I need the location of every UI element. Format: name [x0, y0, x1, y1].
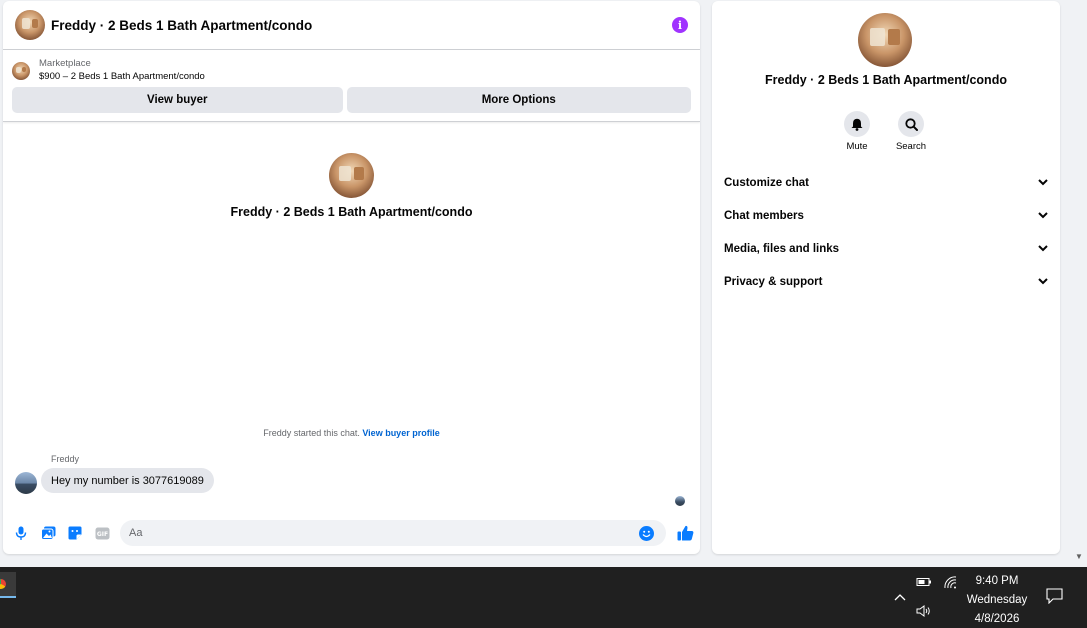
microphone-icon[interactable]	[13, 525, 29, 541]
view-buyer-button[interactable]: View buyer	[12, 87, 343, 113]
section-label: Privacy & support	[724, 276, 823, 288]
chevron-down-icon	[1038, 243, 1048, 255]
chat-started-notice: Freddy started this chat. View buyer pro…	[3, 428, 700, 438]
volume-icon[interactable]	[916, 604, 932, 618]
section-customize-chat[interactable]: Customize chat	[724, 171, 1048, 195]
started-text: Freddy started this chat.	[263, 428, 360, 438]
listing-title[interactable]: $900 – 2 Beds 1 Bath Apartment/condo	[39, 70, 205, 83]
svg-text:GIF: GIF	[96, 531, 107, 538]
profile-avatar[interactable]	[329, 153, 374, 198]
message-bubble[interactable]: Hey my number is 3077619089	[41, 468, 214, 493]
info-icon[interactable]: i	[672, 17, 688, 33]
clock-time: 9:40 PM	[975, 575, 1019, 587]
section-chat-members[interactable]: Chat members	[724, 204, 1048, 228]
listing-thumbnail[interactable]	[12, 61, 30, 80]
chat-header: Freddy · 2 Beds 1 Bath Apartment/condo i	[3, 1, 700, 50]
notification-icon[interactable]	[1045, 587, 1063, 605]
search-icon	[898, 111, 924, 137]
taskbar: 9:40 PM Wednesday 4/8/2026	[0, 567, 1087, 628]
profile-name: Freddy · 2 Beds 1 Bath Apartment/condo	[230, 205, 473, 219]
photo-icon[interactable]	[40, 525, 56, 541]
chevron-down-icon	[1038, 177, 1048, 189]
section-label: Media, files and links	[724, 243, 840, 255]
clock-day: Wednesday	[966, 594, 1028, 606]
more-options-button[interactable]: More Options	[346, 87, 691, 113]
seen-indicator-avatar	[675, 496, 685, 506]
clock[interactable]: 9:40 PM Wednesday 4/8/2026	[960, 572, 1034, 628]
marketplace-label: Marketplace	[39, 58, 91, 69]
battery-icon[interactable]	[916, 575, 932, 589]
chat-title[interactable]: Freddy · 2 Beds 1 Bath Apartment/condo	[51, 18, 672, 33]
message-input-placeholder: Aa	[129, 527, 143, 539]
clock-date: 4/8/2026	[974, 613, 1020, 625]
chrome-app-icon[interactable]	[0, 572, 16, 598]
mute-label: Mute	[846, 141, 868, 152]
mute-button[interactable]: Mute	[837, 111, 877, 152]
section-label: Customize chat	[724, 177, 809, 189]
marketplace-bar: Marketplace $900 – 2 Beds 1 Bath Apartme…	[3, 50, 700, 122]
chat-info-panel: Freddy · 2 Beds 1 Bath Apartment/condo M…	[712, 1, 1060, 554]
section-privacy-support[interactable]: Privacy & support	[724, 270, 1048, 294]
message-sender: Freddy	[51, 454, 80, 464]
emoji-icon[interactable]	[639, 525, 654, 541]
sticker-icon[interactable]	[67, 525, 83, 541]
chat-panel: Freddy · 2 Beds 1 Bath Apartment/condo i…	[3, 1, 700, 554]
chevron-up-icon[interactable]	[893, 591, 907, 603]
composer: GIF Aa	[3, 519, 700, 547]
section-media-files-links[interactable]: Media, files and links	[724, 237, 1048, 261]
sender-avatar[interactable]	[15, 472, 37, 494]
gif-icon[interactable]: GIF	[94, 525, 110, 541]
message-input[interactable]: Aa	[120, 520, 666, 546]
chevron-down-icon	[1038, 210, 1048, 222]
thumbs-up-icon[interactable]	[676, 524, 694, 542]
info-avatar[interactable]	[858, 13, 912, 67]
info-name: Freddy · 2 Beds 1 Bath Apartment/condo	[765, 73, 1007, 87]
view-buyer-profile-link[interactable]: View buyer profile	[362, 428, 439, 438]
section-label: Chat members	[724, 210, 804, 222]
scroll-down-arrow-icon[interactable]: ▼	[1075, 552, 1083, 561]
chevron-down-icon	[1038, 276, 1048, 288]
conversation-profile: Freddy · 2 Beds 1 Bath Apartment/condo	[3, 153, 700, 219]
wifi-icon[interactable]	[942, 575, 958, 589]
chat-avatar[interactable]	[15, 10, 45, 40]
search-button[interactable]: Search	[891, 111, 931, 152]
bell-icon	[844, 111, 870, 137]
search-label: Search	[895, 141, 927, 152]
